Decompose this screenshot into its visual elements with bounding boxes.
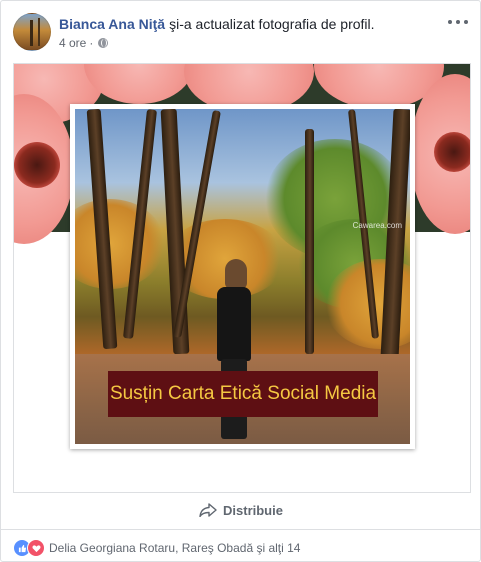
more-options-icon[interactable]	[448, 15, 468, 29]
avatar-tree	[30, 20, 33, 46]
autumn-park-photo: Cawarea.com Susțin Carta Etică Social Me…	[75, 109, 410, 444]
post-timestamp[interactable]: 4 ore	[59, 36, 86, 50]
post-title-line: Bianca Ana Niţă şi-a actualizat fotografi…	[59, 16, 375, 32]
post-card: Bianca Ana Niţă şi-a actualizat fotografi…	[0, 0, 481, 562]
reactions-summary[interactable]: Delia Georgiana Rotaru, Rareş Obadă şi a…	[13, 539, 300, 557]
author-avatar[interactable]	[13, 13, 51, 51]
reaction-names[interactable]: Delia Georgiana Rotaru, Rareş Obadă şi a…	[49, 541, 300, 555]
person-figure	[225, 259, 247, 289]
love-reaction-icon	[27, 539, 45, 557]
share-label: Distribuie	[223, 502, 283, 518]
frame-banner: Susțin Carta Etică Social Media	[108, 371, 378, 417]
post-meta: 4 ore ·	[59, 36, 109, 50]
avatar-tree	[38, 18, 40, 46]
meta-separator: ·	[89, 36, 94, 50]
person-figure	[217, 287, 251, 361]
share-arrow-icon	[199, 503, 217, 517]
share-button[interactable]: Distribuie	[13, 491, 469, 529]
post-header: Bianca Ana Niţă şi-a actualizat fotografi…	[13, 13, 468, 53]
banner-text: Susțin Carta Etică Social Media	[109, 383, 377, 404]
globe-icon[interactable]	[98, 38, 109, 48]
profile-photo-post[interactable]: Cawarea.com Susțin Carta Etică Social Me…	[13, 63, 471, 493]
divider	[1, 529, 480, 530]
photo-watermark: Cawarea.com	[352, 221, 402, 230]
profile-picture[interactable]: Cawarea.com Susțin Carta Etică Social Me…	[70, 104, 415, 449]
author-name-link[interactable]: Bianca Ana Niţă	[59, 16, 165, 32]
post-action-text: şi-a actualizat fotografia de profil.	[169, 16, 375, 32]
